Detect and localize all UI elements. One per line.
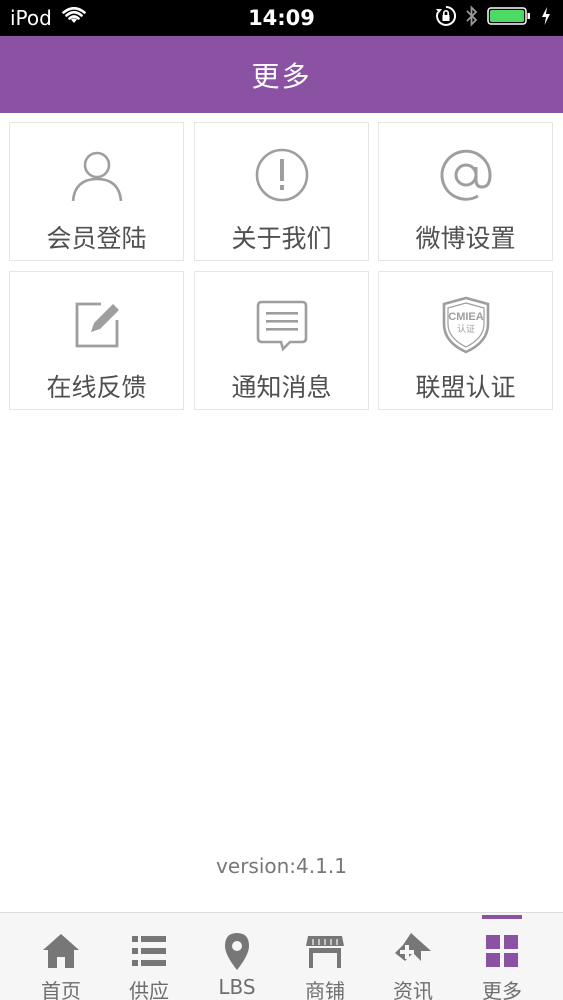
grid-icon [482, 931, 522, 971]
tab-label: 更多 [482, 979, 522, 1000]
tab-label: LBS [218, 975, 256, 999]
tile-label: 会员登陆 [46, 224, 147, 253]
user-icon [67, 145, 127, 205]
tab-label: 商铺 [305, 979, 345, 1000]
tab-lbs[interactable]: LBS [193, 913, 281, 1000]
tab-label: 首页 [41, 979, 81, 1000]
message-icon [252, 294, 312, 354]
exclamation-circle-icon [252, 145, 312, 205]
tab-home[interactable]: 首页 [17, 913, 105, 1000]
tab-news[interactable]: 资讯 [369, 913, 457, 1000]
weibo-settings-tile[interactable]: 微博设置 [378, 122, 553, 261]
tab-shops[interactable]: 商铺 [281, 913, 369, 1000]
status-right [435, 5, 551, 31]
news-icon [393, 931, 433, 971]
battery-icon [487, 6, 533, 30]
header-bar: 更多 [0, 36, 563, 113]
rotation-lock-icon [435, 5, 457, 31]
at-sign-icon [436, 145, 496, 205]
alliance-certification-tile[interactable]: CMIEA 认证 联盟认证 [378, 271, 553, 410]
tab-supply[interactable]: 供应 [105, 913, 193, 1000]
app-screen: iPod 14:09 更多 会员登陆 关于我们 微博设置 在线反馈 通知消息 C… [0, 0, 563, 1000]
tab-label: 供应 [129, 979, 169, 1000]
tile-label: 关于我们 [231, 224, 332, 253]
tab-label: 资讯 [393, 979, 433, 1000]
bluetooth-icon [465, 5, 479, 31]
tab-more[interactable]: 更多 [458, 913, 546, 1000]
list-icon [129, 931, 169, 971]
page-title: 更多 [251, 59, 312, 93]
member-login-tile[interactable]: 会员登陆 [9, 122, 184, 261]
svg-text:认证: 认证 [456, 323, 474, 335]
store-icon [305, 931, 345, 971]
charging-icon [541, 6, 551, 30]
tab-bar: 首页 供应 LBS 商铺 资讯 更多 [0, 912, 563, 1000]
edit-icon [67, 294, 127, 354]
svg-text:CMIEA: CMIEA [448, 311, 484, 323]
cmiea-badge-icon: CMIEA 认证 [436, 294, 496, 354]
tile-label: 通知消息 [231, 373, 332, 402]
about-us-tile[interactable]: 关于我们 [194, 122, 369, 261]
notifications-tile[interactable]: 通知消息 [194, 271, 369, 410]
version-label: version:4.1.1 [216, 854, 347, 878]
tile-label: 在线反馈 [46, 373, 147, 402]
status-bar: iPod 14:09 [0, 0, 563, 36]
tile-label: 微博设置 [415, 224, 516, 253]
home-icon [41, 931, 81, 971]
online-feedback-tile[interactable]: 在线反馈 [9, 271, 184, 410]
location-pin-icon [217, 931, 257, 971]
tile-label: 联盟认证 [415, 373, 516, 402]
